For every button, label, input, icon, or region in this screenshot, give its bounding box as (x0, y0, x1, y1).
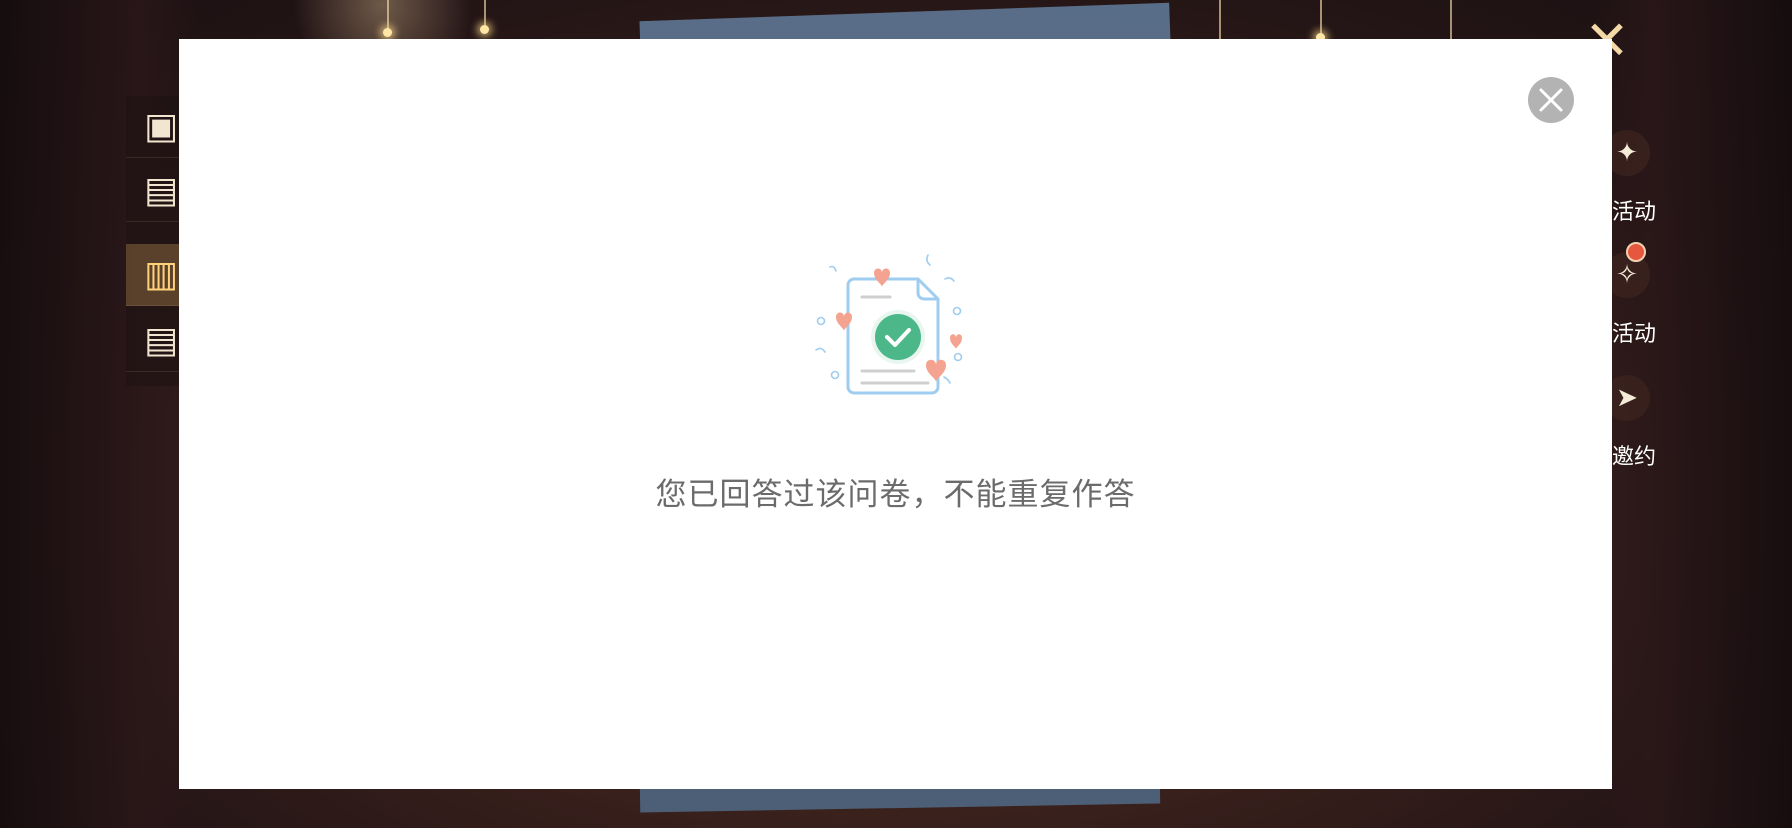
survey-dialog: 您已回答过该问卷，不能重复作答 (179, 39, 1612, 789)
right-menu-label: 活动 (1612, 322, 1657, 347)
scroll-icon: ▥ (144, 254, 179, 295)
treasure-chest-icon: ▣ (144, 106, 179, 147)
right-menu-item-invite[interactable]: ➤ 邀约 (1600, 375, 1680, 485)
hanging-light-string (1219, 0, 1221, 40)
right-menu-item-activity[interactable]: ✧ 活动 (1600, 242, 1680, 362)
already-answered-message: 您已回答过该问卷，不能重复作答 (655, 477, 1136, 513)
document-check-icon (815, 254, 963, 395)
gift-box-icon: ▤ (144, 320, 179, 361)
gift-box-icon: ▤ (144, 170, 179, 211)
hanging-light-string (1450, 0, 1452, 40)
hanging-light-bulb (383, 28, 392, 37)
close-icon (1539, 88, 1563, 112)
hanging-light-string (1320, 0, 1322, 36)
right-menu-label: 邀约 (1612, 445, 1657, 470)
hanging-light-bulb (480, 25, 489, 34)
right-menu-label: 活动 (1612, 200, 1657, 225)
close-button[interactable] (1528, 77, 1574, 123)
hanging-light-string (484, 0, 486, 28)
hanging-light-string (387, 0, 389, 30)
notification-badge (1626, 242, 1646, 262)
right-menu-item-activity[interactable]: ✦ 活动 (1600, 130, 1680, 240)
